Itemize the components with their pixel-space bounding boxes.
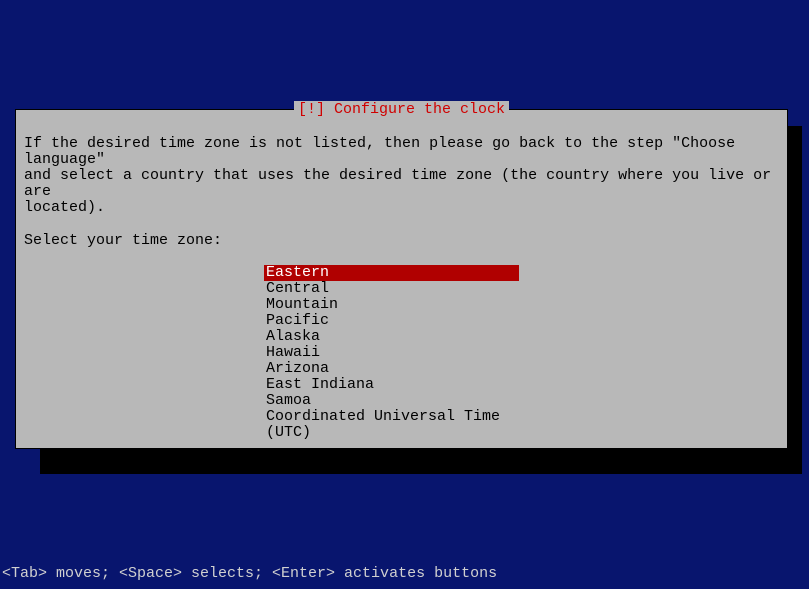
- dialog-title-bar: [!] Configure the clock: [16, 101, 787, 118]
- instruction-text: If the desired time zone is not listed, …: [24, 136, 779, 216]
- help-bar: <Tab> moves; <Space> selects; <Enter> ac…: [2, 565, 497, 582]
- configure-clock-dialog: [!] Configure the clock If the desired t…: [15, 109, 788, 449]
- timezone-item-arizona[interactable]: Arizona: [264, 361, 519, 377]
- timezone-item-hawaii[interactable]: Hawaii: [264, 345, 519, 361]
- timezone-item-central[interactable]: Central: [264, 281, 519, 297]
- prompt-text: Select your time zone:: [24, 232, 779, 249]
- timezone-item-samoa[interactable]: Samoa: [264, 393, 519, 409]
- timezone-list: Eastern Central Mountain Pacific Alaska …: [264, 265, 779, 441]
- timezone-item-east-indiana[interactable]: East Indiana: [264, 377, 519, 393]
- dialog-title: [!] Configure the clock: [294, 101, 509, 118]
- dialog-content: If the desired time zone is not listed, …: [16, 110, 787, 484]
- timezone-item-utc[interactable]: Coordinated Universal Time (UTC): [264, 409, 519, 441]
- go-back-button[interactable]: <Go Back>: [72, 457, 779, 474]
- timezone-item-pacific[interactable]: Pacific: [264, 313, 519, 329]
- timezone-item-alaska[interactable]: Alaska: [264, 329, 519, 345]
- timezone-item-mountain[interactable]: Mountain: [264, 297, 519, 313]
- timezone-item-eastern[interactable]: Eastern: [264, 265, 519, 281]
